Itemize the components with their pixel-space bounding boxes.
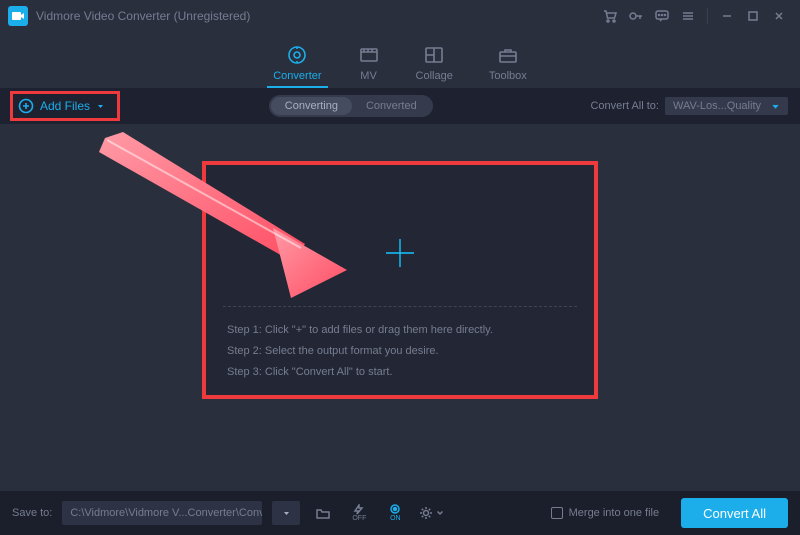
tab-toolbox[interactable]: Toolbox — [489, 44, 527, 88]
key-icon[interactable] — [623, 3, 649, 29]
separator — [707, 8, 708, 24]
tab-label: Toolbox — [489, 70, 527, 82]
mv-icon — [358, 44, 380, 66]
convert-all-to-select[interactable]: WAV-Los...Quality — [665, 97, 788, 115]
add-files-plus-button[interactable] — [383, 236, 417, 275]
plus-icon — [383, 236, 417, 270]
merge-checkbox[interactable]: Merge into one file — [551, 507, 660, 519]
maximize-icon[interactable] — [740, 3, 766, 29]
app-logo-icon — [8, 6, 28, 26]
add-files-button[interactable]: Add Files — [12, 94, 111, 118]
hardware-accel-off-button[interactable]: OFF — [346, 501, 372, 525]
feedback-icon[interactable] — [649, 3, 675, 29]
save-to-label: Save to: — [12, 507, 52, 519]
tab-collage[interactable]: Collage — [416, 44, 453, 88]
tab-label: MV — [360, 70, 377, 82]
tab-label: Collage — [416, 70, 453, 82]
open-folder-button[interactable] — [310, 501, 336, 525]
instruction-step2: Step 2: Select the output format you des… — [227, 341, 573, 362]
toolbox-icon — [497, 44, 519, 66]
menu-icon[interactable] — [675, 3, 701, 29]
hardware-accel-on-button[interactable]: ON — [382, 501, 408, 525]
main-tabs: Converter MV Collage Toolbox — [0, 32, 800, 88]
gear-icon — [418, 505, 434, 521]
minimize-icon[interactable] — [714, 3, 740, 29]
merge-label: Merge into one file — [569, 507, 660, 519]
cart-icon[interactable] — [597, 3, 623, 29]
instruction-step1: Step 1: Click "+" to add files or drag t… — [227, 320, 573, 341]
chevron-down-icon — [96, 102, 105, 111]
convert-all-to: Convert All to: WAV-Los...Quality — [590, 97, 788, 115]
subtab-pill: Converting Converted — [269, 95, 433, 117]
chevron-down-icon — [282, 509, 291, 518]
subtab-converted[interactable]: Converted — [352, 97, 431, 115]
divider — [223, 306, 577, 307]
settings-button[interactable] — [418, 501, 444, 525]
hw-off-label: OFF — [352, 515, 366, 522]
instructions: Step 1: Click "+" to add files or drag t… — [227, 320, 573, 383]
close-icon[interactable] — [766, 3, 792, 29]
app-title: Vidmore Video Converter (Unregistered) — [36, 9, 250, 23]
bottom-bar: Save to: C:\Vidmore\Vidmore V...Converte… — [0, 491, 800, 535]
convert-all-to-value: WAV-Los...Quality — [673, 100, 761, 112]
instruction-step3: Step 3: Click "Convert All" to start. — [227, 362, 573, 383]
collage-icon — [423, 44, 445, 66]
subtab-converting[interactable]: Converting — [271, 97, 352, 115]
convert-all-to-label: Convert All to: — [590, 100, 658, 112]
checkbox-icon — [551, 507, 563, 519]
save-to-path[interactable]: C:\Vidmore\Vidmore V...Converter\Convert… — [62, 501, 262, 525]
toolbar: Add Files Converting Converted Convert A… — [0, 88, 800, 124]
title-bar: Vidmore Video Converter (Unregistered) — [0, 0, 800, 32]
tab-converter[interactable]: Converter — [273, 44, 321, 88]
add-files-label: Add Files — [40, 99, 90, 113]
dropzone[interactable]: Step 1: Click "+" to add files or drag t… — [205, 164, 595, 396]
chevron-down-icon — [436, 509, 444, 517]
content-area: Step 1: Click "+" to add files or drag t… — [0, 124, 800, 491]
tab-label: Converter — [273, 70, 321, 82]
converter-icon — [286, 44, 308, 66]
save-to-dropdown[interactable] — [272, 501, 300, 525]
chevron-down-icon — [771, 102, 780, 111]
convert-all-button[interactable]: Convert All — [681, 498, 788, 528]
hw-on-label: ON — [390, 515, 401, 522]
plus-circle-icon — [18, 98, 34, 114]
tab-mv[interactable]: MV — [358, 44, 380, 88]
